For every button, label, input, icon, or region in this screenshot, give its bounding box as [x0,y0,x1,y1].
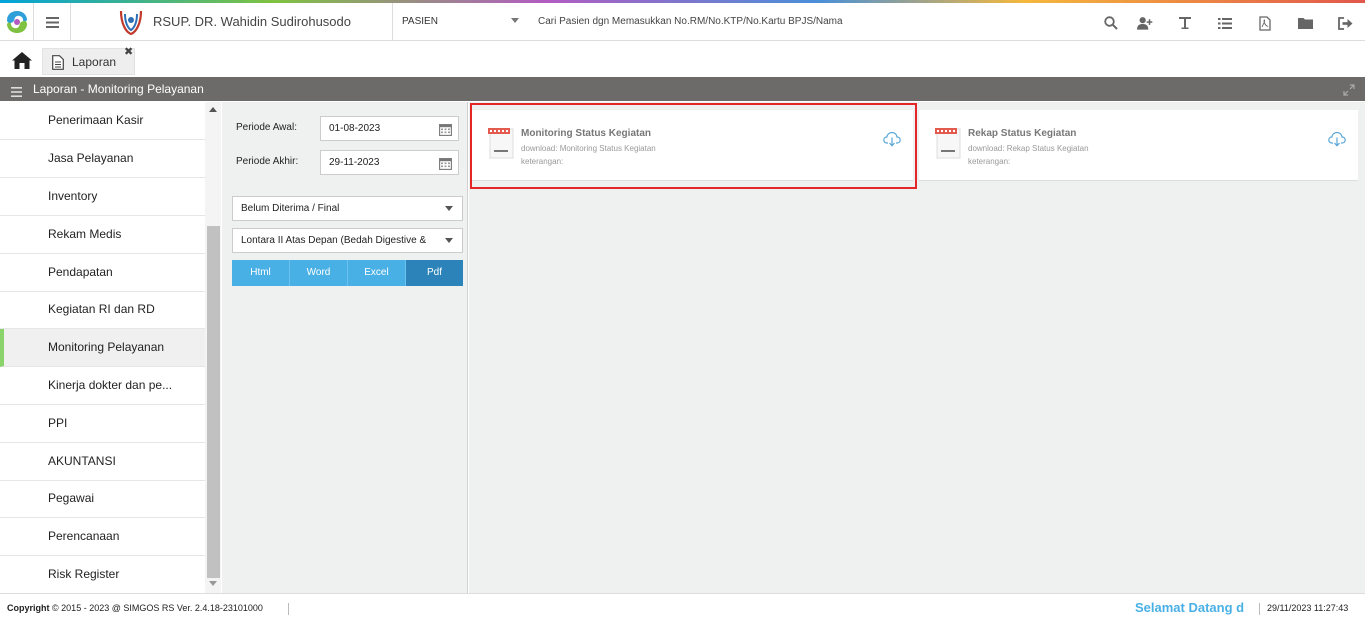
report-download-text: download: Monitoring Status Kegiatan [521,144,656,153]
scroll-thumb[interactable] [207,226,220,578]
report-title[interactable]: Rekap Status Kegiatan [968,128,1076,139]
menu-toggle-button[interactable] [35,3,71,41]
sidebar-item-kinerja-dokter[interactable]: Kinerja dokter dan pe... [0,367,205,405]
hospital-name: RSUP. DR. Wahidin Sudirohusodo [153,14,351,29]
sidebar-item-ppi[interactable]: PPI [0,405,205,443]
sidebar-item-penerimaan-kasir[interactable]: Penerimaan Kasir [0,102,205,140]
divider [1259,603,1260,615]
divider [392,3,393,41]
periode-awal-value: 01-08-2023 [329,123,381,134]
sidebar-scrollbar[interactable] [205,102,221,593]
panel-title: Laporan - Monitoring Pelayanan [33,82,204,96]
pdf-icon[interactable] [1257,15,1273,31]
status-select[interactable]: Belum Diterima / Final [232,196,463,221]
welcome-marquee: Selamat Datang d [1135,600,1245,615]
sidebar-item-jasa-pelayanan[interactable]: Jasa Pelayanan [0,140,205,178]
tab-bar: Laporan ✖ [0,42,1365,77]
report-list: Monitoring Status Kegiatan download: Mon… [469,102,1365,593]
footer: Copyright © 2015 - 2023 @ SIMGOS RS Ver.… [0,593,1365,622]
periode-akhir-value: 29-11-2023 [329,157,380,168]
panel-header: Laporan - Monitoring Pelayanan [0,77,1365,101]
home-icon[interactable] [12,52,32,70]
current-datetime: 29/11/2023 11:27:43 [1267,603,1349,613]
app-logo[interactable] [0,3,34,41]
format-word-button[interactable]: Word [290,260,348,286]
text-icon[interactable] [1177,15,1193,31]
ruangan-select-value: Lontara II Atas Depan (Bedah Digestive & [241,235,427,246]
sidebar-item-perencanaan[interactable]: Perencanaan [0,518,205,556]
sidebar-item-akuntansi[interactable]: AKUNTANSI [0,443,205,481]
report-category-sidebar: Penerimaan Kasir Jasa Pelayanan Inventor… [0,102,205,593]
periode-awal-label: Periode Awal: [236,122,297,133]
sidebar-item-pegawai[interactable]: Pegawai [0,480,205,518]
tab-label: Laporan [72,55,117,69]
report-note: keterangan: [521,157,564,166]
sidebar-item-inventory[interactable]: Inventory [0,178,205,216]
top-bar: RSUP. DR. Wahidin Sudirohusodo PASIEN Ca… [0,3,1365,41]
format-html-button[interactable]: Html [232,260,290,286]
close-icon[interactable]: ✖ [124,45,133,58]
copyright-symbol: © [52,603,59,613]
calendar-icon[interactable] [439,122,452,136]
divider [288,603,289,615]
sidebar-item-monitoring-pelayanan[interactable]: Monitoring Pelayanan [0,329,205,367]
hamburger-icon [46,16,59,28]
report-document-icon [488,126,515,159]
hospital-emblem [118,3,144,41]
search-type-caret-icon[interactable] [511,18,519,23]
export-format-group: Html Word Excel Pdf [232,260,463,286]
report-download-text: download: Rekap Status Kegiatan [968,144,1089,153]
scroll-down-arrow-icon[interactable] [209,581,217,586]
status-select-value: Belum Diterima / Final [241,203,340,214]
filter-panel: Periode Awal: 01-08-2023 Periode Akhir: … [222,102,468,593]
scroll-up-arrow-icon[interactable] [209,107,217,112]
report-title[interactable]: Monitoring Status Kegiatan [521,128,651,139]
format-excel-button[interactable]: Excel [348,260,406,286]
chevron-down-icon [445,206,453,211]
sidebar-item-risk-register[interactable]: Risk Register [0,556,205,593]
periode-akhir-label: Periode Akhir: [236,156,299,167]
patient-search-input[interactable]: Cari Pasien dgn Memasukkan No.RM/No.KTP/… [538,3,843,41]
ruangan-select[interactable]: Lontara II Atas Depan (Bedah Digestive & [232,228,463,253]
periode-awal-input[interactable]: 01-08-2023 [320,116,459,141]
hamburger-icon[interactable] [11,84,22,97]
cloud-download-icon[interactable] [1328,131,1346,147]
report-card-monitoring-status-kegiatan[interactable]: Monitoring Status Kegiatan download: Mon… [472,110,913,181]
document-icon [52,55,64,70]
copyright-version: 2015 - 2023 @ SIMGOS RS Ver. 2.4.18-2310… [61,603,263,613]
report-document-icon [935,126,962,159]
calendar-icon[interactable] [439,156,452,170]
search-type-select[interactable]: PASIEN [402,3,438,41]
app-logo-icon [4,10,29,34]
sidebar-item-rekam-medis[interactable]: Rekam Medis [0,216,205,254]
list-icon[interactable] [1217,15,1233,31]
cloud-download-icon[interactable] [883,131,901,147]
periode-akhir-input[interactable]: 29-11-2023 [320,150,459,175]
sidebar-item-kegiatan-ri-rd[interactable]: Kegiatan RI dan RD [0,291,205,329]
format-pdf-button[interactable]: Pdf [406,260,463,286]
copyright-text: Copyright © 2015 - 2023 @ SIMGOS RS Ver.… [7,594,263,622]
hospital-emblem-icon [119,10,143,36]
sidebar-item-pendapatan[interactable]: Pendapatan [0,254,205,292]
search-icon[interactable] [1103,15,1119,31]
user-plus-icon[interactable] [1137,15,1153,31]
tab-laporan[interactable]: Laporan ✖ [42,45,135,75]
chevron-down-icon [445,238,453,243]
logout-icon[interactable] [1337,15,1353,31]
copyright-label: Copyright [7,603,50,613]
report-note: keterangan: [968,157,1011,166]
expand-icon[interactable] [1343,83,1355,96]
folder-icon[interactable] [1297,15,1313,31]
report-card-rekap-status-kegiatan[interactable]: Rekap Status Kegiatan download: Rekap St… [919,110,1358,181]
